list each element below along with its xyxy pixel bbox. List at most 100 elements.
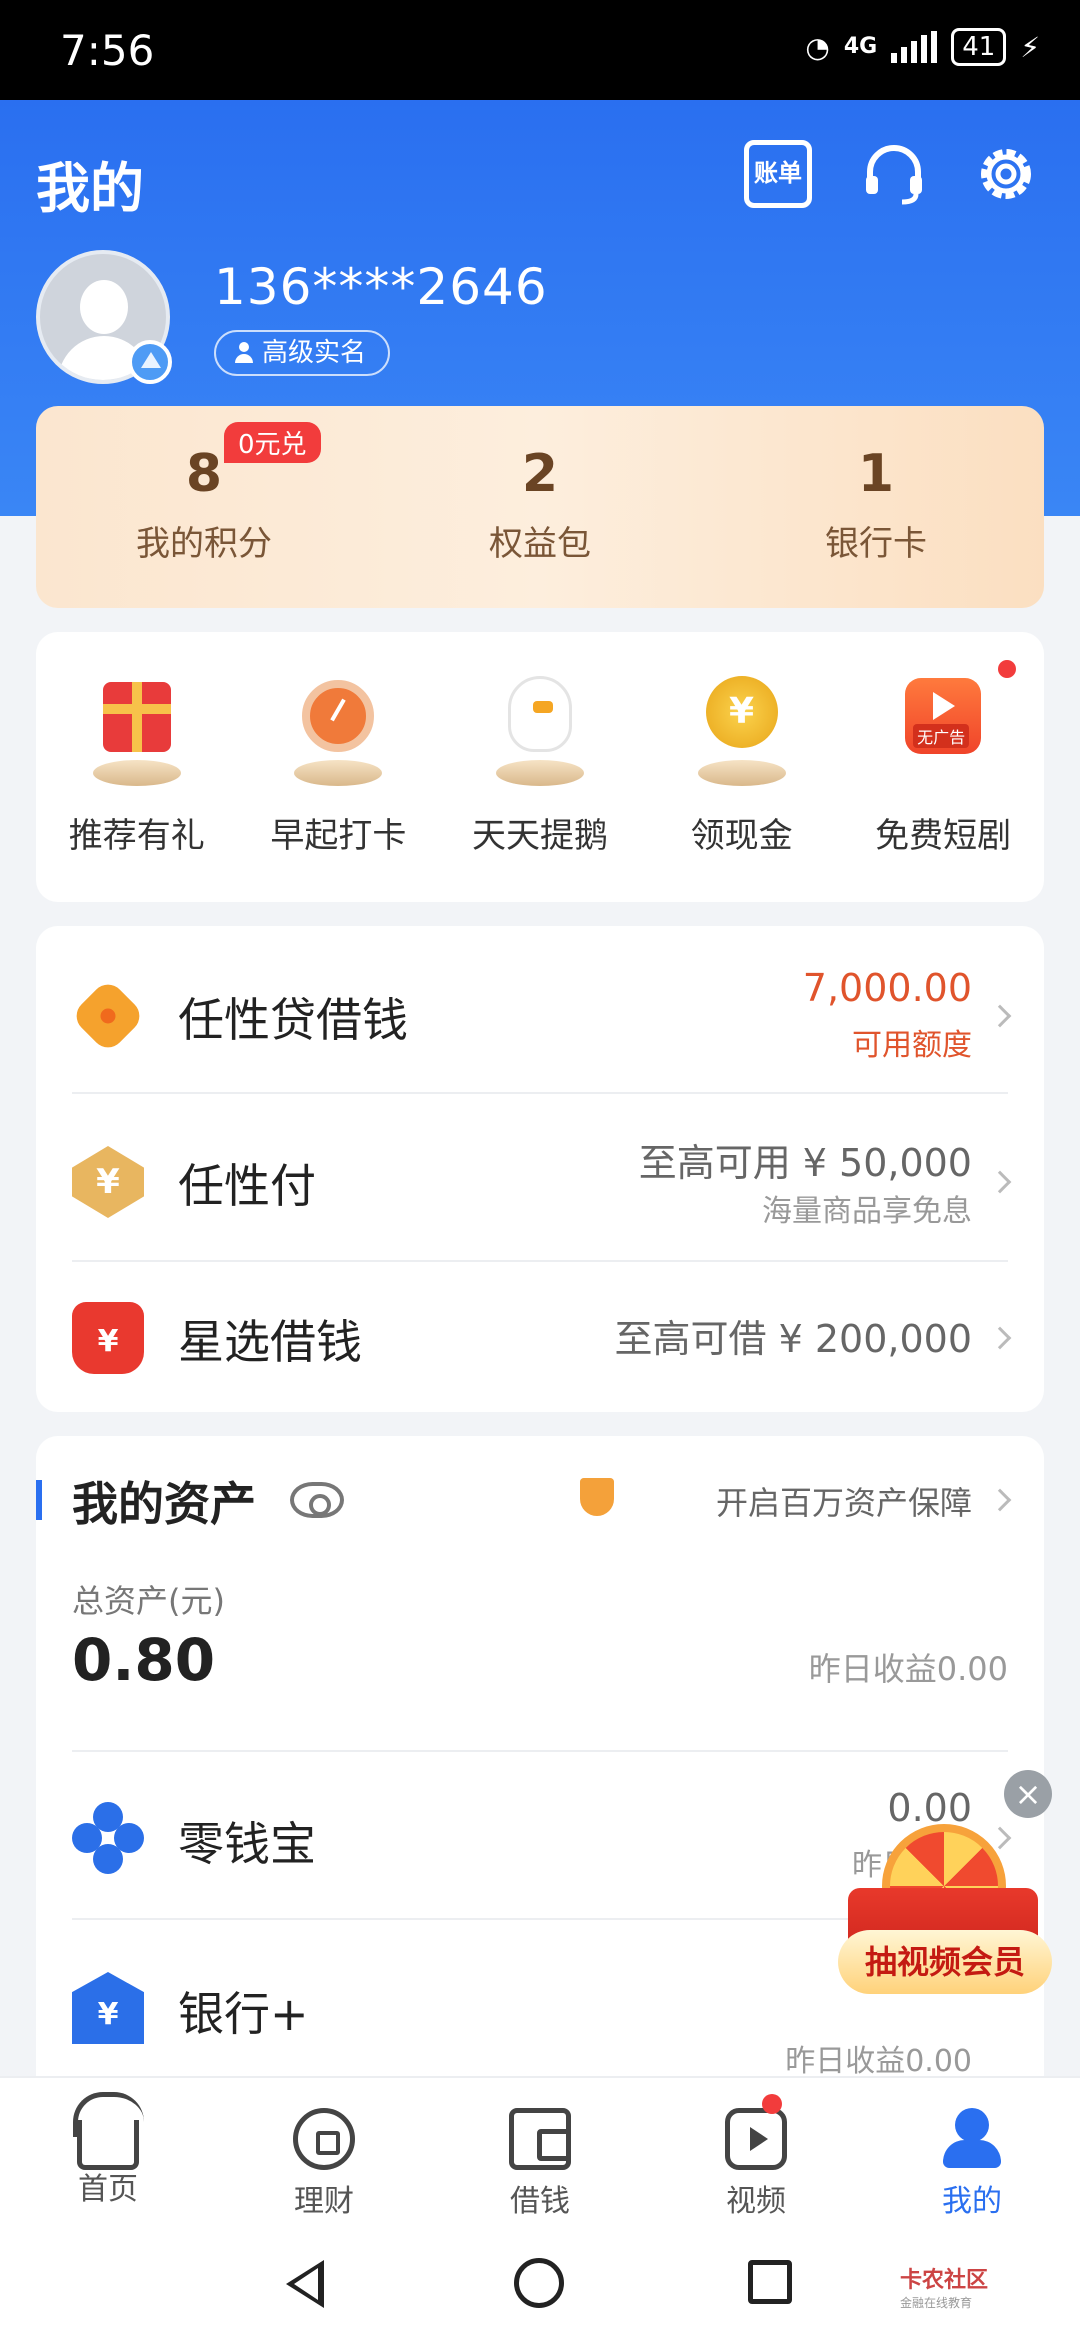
asset-sub: 昨日收益0.00: [785, 2044, 972, 2079]
phone-number: 136****2646: [214, 258, 548, 316]
close-icon[interactable]: ×: [1004, 1770, 1052, 1818]
divider: [72, 1750, 1008, 1752]
loan-title: 任性付: [178, 1159, 316, 1213]
video-vip-promo[interactable]: 抽视频会员 ×: [838, 1770, 1052, 2000]
page-title: 我的: [36, 157, 144, 220]
quick-label: 免费短剧: [875, 816, 1012, 856]
nav-video[interactable]: 视频: [648, 2078, 864, 2226]
promo-label: 抽视频会员: [838, 1930, 1052, 1994]
no-ads-badge: 无广告: [913, 724, 970, 748]
loan-sub: 可用额度: [852, 1028, 972, 1063]
divider: [72, 1092, 1008, 1094]
gift-icon: [89, 676, 185, 786]
alarm-clock-icon: [290, 676, 386, 786]
watermark-sub: 金融在线教育: [900, 2296, 973, 2310]
headset-icon[interactable]: [860, 140, 928, 208]
nav-label: 理财: [294, 2184, 354, 2219]
points-value: 8: [185, 444, 223, 504]
quick-label: 早起打卡: [270, 816, 407, 856]
quick-goose[interactable]: 天天提鹅: [439, 632, 641, 902]
back-icon[interactable]: [286, 2260, 324, 2308]
points-card: 8 我的积分 0元兑 2 权益包 1 银行卡: [36, 406, 1044, 608]
nav-label: 首页: [78, 2172, 138, 2207]
benefits-label: 权益包: [489, 524, 591, 564]
chevron-right-icon: [988, 1170, 1012, 1194]
video-icon: [725, 2108, 787, 2170]
chevron-right-icon: [988, 1004, 1012, 1028]
protect-chevron-wrap: [72, 1478, 1012, 1518]
redeem-badge: 0元兑: [224, 422, 321, 463]
lingqianbao-icon: [72, 1802, 144, 1874]
loan-amount: 至高可借 ¥ 200,000: [614, 1317, 972, 1361]
nav-borrow[interactable]: 借钱: [432, 2078, 648, 2226]
wallet-icon: [509, 2108, 571, 2170]
nav-label: 我的: [942, 2184, 1002, 2219]
notification-dot: [998, 660, 1016, 678]
user-icon: [941, 2108, 1003, 2170]
vip-badge-icon: [128, 340, 172, 384]
total-assets-label: 总资产(元): [72, 1582, 225, 1620]
section-accent: [36, 1480, 42, 1520]
nav-home[interactable]: 首页: [0, 2078, 216, 2226]
person-icon: [234, 342, 254, 364]
yesterday-earnings: 昨日收益0.00: [808, 1650, 1008, 1688]
home-circle-icon[interactable]: [514, 2258, 564, 2308]
loan-products: 任性贷借钱 7,000.00 可用额度 ¥ 任性付 至高可用 ¥ 50,000 …: [36, 926, 1044, 1412]
quick-actions: 推荐有礼 早起打卡 天天提鹅 ¥ 领现金 无广告 免费短剧: [36, 632, 1044, 902]
status-time: 7:56: [60, 26, 155, 75]
loan-row-renxingfu[interactable]: ¥ 任性付 至高可用 ¥ 50,000 海量商品享免息: [72, 1132, 1012, 1232]
coin-icon: ¥: [694, 676, 790, 786]
benefits-value: 2: [521, 444, 559, 504]
goose-icon: [492, 676, 588, 786]
chevron-right-icon: [988, 1488, 1012, 1512]
signal-icon: [891, 31, 938, 63]
bottom-nav: 首页 理财 借钱 视频 我的: [0, 2076, 1080, 2226]
nav-wealth[interactable]: 理财: [216, 2078, 432, 2226]
status-bar: 7:56 ◔ 4G 41 ⚡: [0, 0, 1080, 100]
battery-icon: 41: [951, 28, 1007, 66]
play-app-icon: 无广告: [895, 676, 991, 786]
loan-sub: 海量商品享免息: [762, 1194, 972, 1229]
loan-amount: 7,000.00: [802, 966, 972, 1010]
bankcard-label: 银行卡: [825, 524, 927, 564]
recents-icon[interactable]: [748, 2260, 792, 2304]
quick-cash[interactable]: ¥ 领现金: [641, 632, 843, 902]
home-icon: [73, 2092, 144, 2170]
bankcard-item[interactable]: 1 银行卡: [708, 406, 1044, 608]
watermark-name: 卡农社区: [900, 2268, 989, 2293]
speed-icon: ◔: [805, 30, 830, 64]
network-type: 4G: [843, 34, 878, 59]
loan-row-xingxuan[interactable]: ¥ 星选借钱 至高可借 ¥ 200,000: [72, 1296, 1012, 1376]
total-assets-value: 0.80: [72, 1626, 216, 1694]
nav-me[interactable]: 我的: [864, 2078, 1080, 2226]
divider: [72, 1260, 1008, 1262]
loan-title: 任性贷借钱: [178, 993, 408, 1047]
verify-badge[interactable]: 高级实名: [214, 330, 391, 376]
loan-title: 星选借钱: [178, 1315, 362, 1369]
quick-label: 天天提鹅: [471, 816, 608, 856]
points-label: 我的积分: [136, 524, 272, 564]
nav-label: 借钱: [510, 2184, 570, 2219]
loan-row-renxingdai[interactable]: 任性贷借钱 7,000.00 可用额度: [69, 966, 1012, 1066]
bank-icon: ¥: [72, 1972, 144, 2044]
asset-title: 银行+: [178, 1987, 309, 2041]
xingxuan-icon: ¥: [72, 1302, 144, 1374]
system-nav-bar: 卡农社区 金融在线教育: [0, 2226, 1080, 2340]
quick-referral[interactable]: 推荐有礼: [36, 632, 238, 902]
quick-label: 领现金: [690, 816, 793, 856]
charging-icon: ⚡: [1020, 30, 1040, 64]
asset-title: 零钱宝: [178, 1817, 316, 1871]
nav-label: 视频: [726, 2184, 786, 2219]
renxingfu-icon: ¥: [72, 1146, 144, 1218]
loan-amount: 至高可用 ¥ 50,000: [638, 1141, 972, 1185]
quick-checkin[interactable]: 早起打卡: [238, 632, 440, 902]
gear-icon[interactable]: [972, 140, 1040, 208]
bill-icon[interactable]: 账单: [744, 140, 812, 208]
benefits-item[interactable]: 2 权益包: [372, 406, 708, 608]
watermark-logo: 卡农社区 金融在线教育: [900, 2262, 988, 2311]
points-item[interactable]: 8 我的积分 0元兑: [36, 406, 372, 608]
status-icons: ◔ 4G 41 ⚡: [805, 28, 1040, 66]
wealth-icon: [293, 2108, 355, 2170]
quick-label: 推荐有礼: [68, 816, 205, 856]
renxingdai-icon: [69, 977, 147, 1055]
